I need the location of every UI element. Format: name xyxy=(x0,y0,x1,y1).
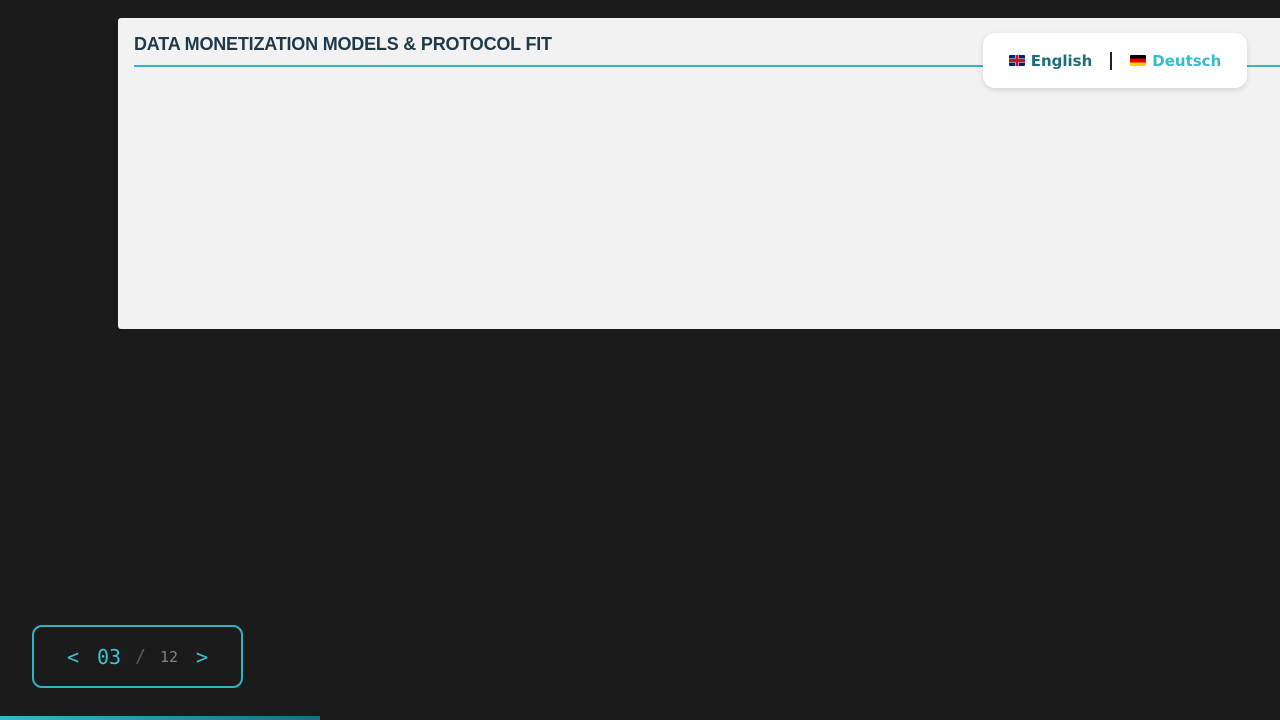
total-slides-count: 12 xyxy=(159,647,178,666)
current-slide-number: 03 xyxy=(97,644,122,669)
language-option-deutsch[interactable]: Deutsch xyxy=(1130,52,1221,70)
slide-pager: < 03 / 12 > xyxy=(32,625,243,688)
uk-flag-icon xyxy=(1008,55,1025,66)
language-label-deutsch: Deutsch xyxy=(1152,51,1222,70)
next-slide-button[interactable]: > xyxy=(192,645,212,669)
slide-title: DATA MONETIZATION MODELS & PROTOCOL FIT xyxy=(134,34,552,54)
language-divider xyxy=(1110,51,1113,70)
language-switcher: English Deutsch xyxy=(983,33,1247,88)
language-label-english: English xyxy=(1030,51,1093,70)
slide-progress-fill xyxy=(0,716,320,720)
slide-progress-bar xyxy=(0,716,1280,720)
de-flag-icon xyxy=(1130,55,1147,66)
language-option-english[interactable]: English xyxy=(1008,51,1093,70)
pager-separator: / xyxy=(135,646,146,667)
prev-slide-button[interactable]: < xyxy=(63,645,83,669)
